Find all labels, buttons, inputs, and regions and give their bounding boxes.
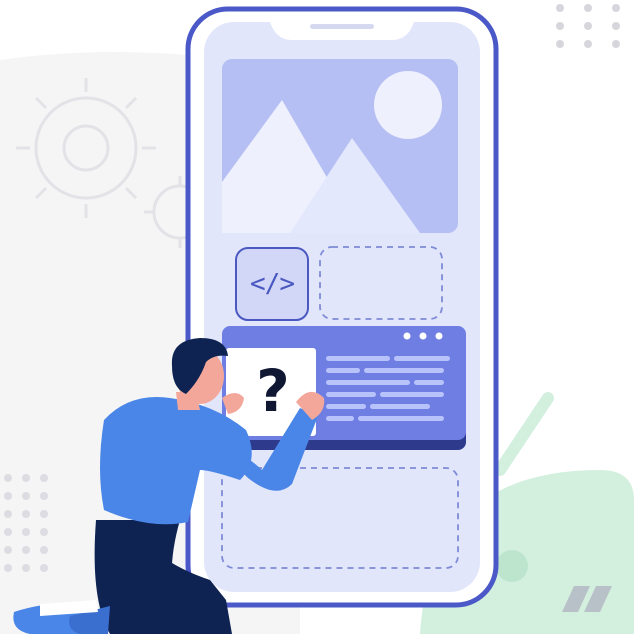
- question-icon: ?: [256, 357, 290, 425]
- code-icon: </>: [250, 269, 295, 299]
- illustration-scene: [0, 0, 634, 634]
- image-placeholder-icon: [222, 59, 458, 233]
